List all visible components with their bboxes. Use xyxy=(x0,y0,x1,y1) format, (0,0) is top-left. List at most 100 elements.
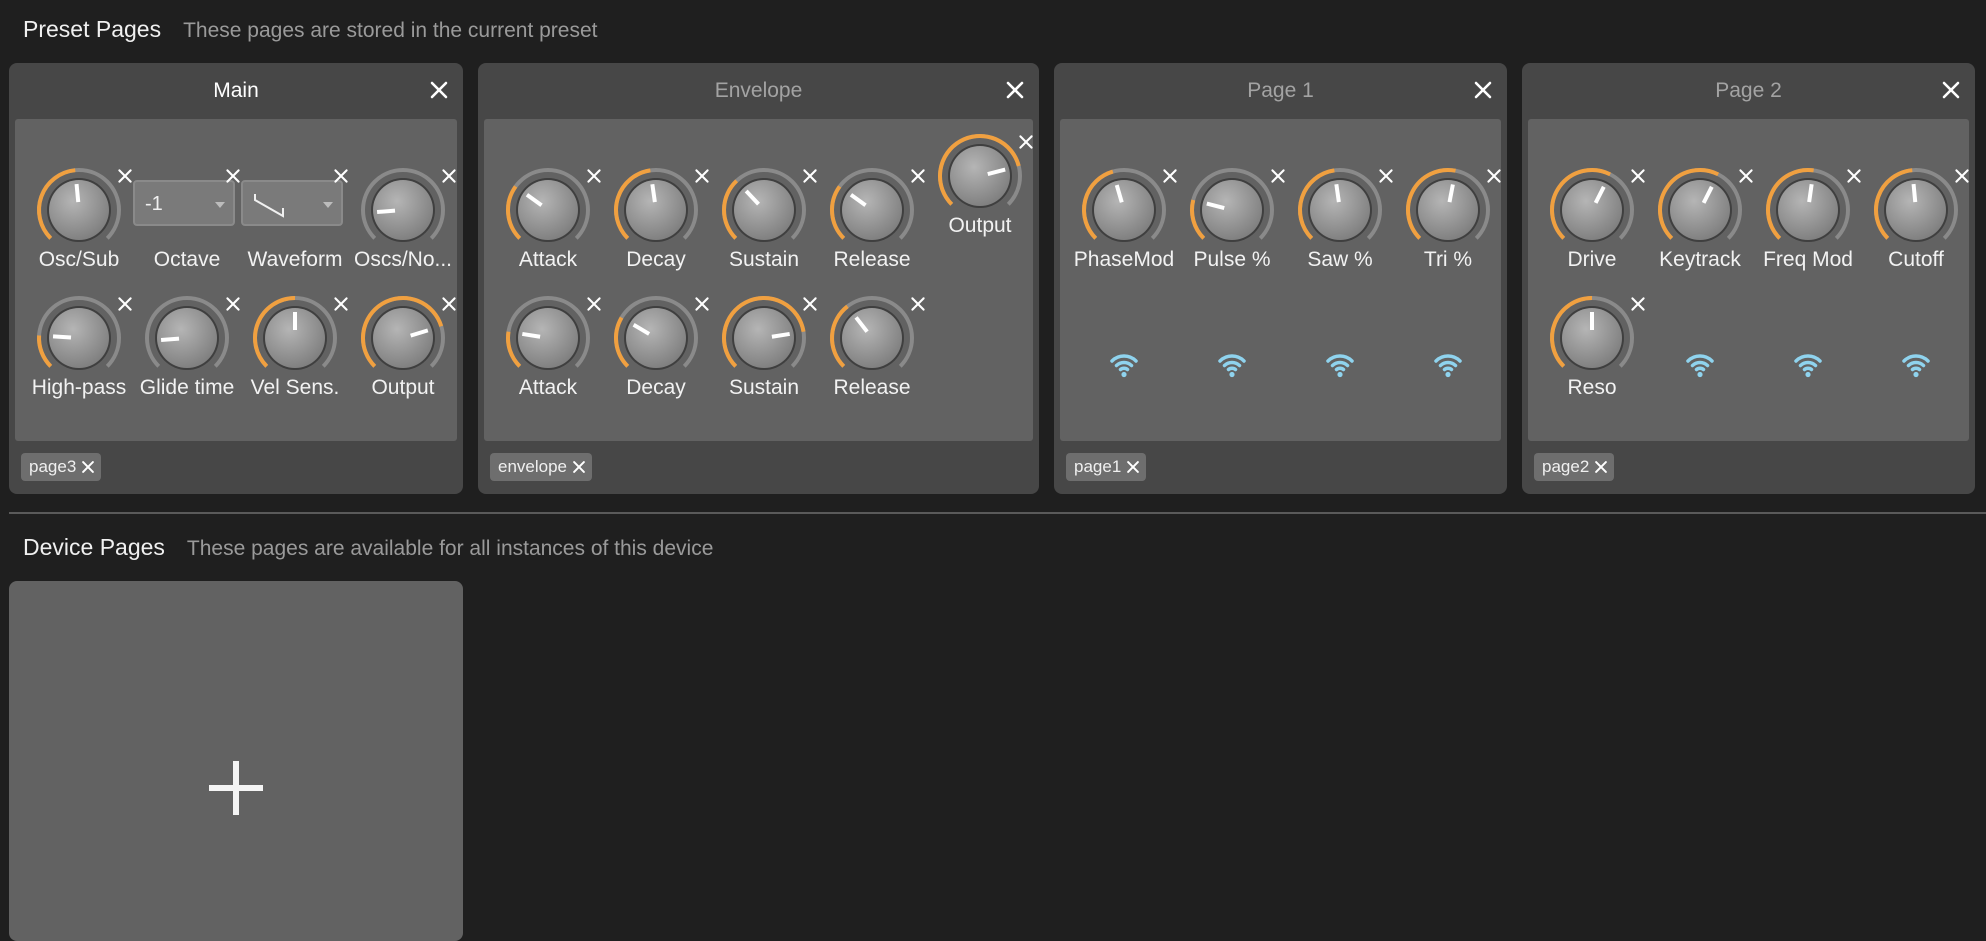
knob[interactable] xyxy=(359,294,447,382)
remove-parameter-button[interactable] xyxy=(1270,168,1286,184)
remove-parameter-button[interactable] xyxy=(1954,168,1970,184)
knob[interactable] xyxy=(1404,166,1492,254)
parameter-slot-tri[interactable]: Tri % xyxy=(1394,166,1502,286)
remove-parameter-button[interactable] xyxy=(802,168,818,184)
empty-slot[interactable] xyxy=(1754,294,1862,414)
parameter-slot-output[interactable]: Output xyxy=(926,132,1034,252)
remove-parameter-button[interactable] xyxy=(1486,168,1502,184)
empty-slot[interactable] xyxy=(1178,294,1286,414)
remove-parameter-button[interactable] xyxy=(333,296,349,312)
close-page-button[interactable] xyxy=(1005,80,1025,100)
page-tag[interactable]: page2 xyxy=(1534,453,1615,481)
remove-parameter-button[interactable] xyxy=(910,168,926,184)
parameter-slot-decay[interactable]: Decay xyxy=(602,166,710,286)
remove-parameter-button[interactable] xyxy=(586,168,602,184)
parameter-slot-keytrack[interactable]: Keytrack xyxy=(1646,166,1754,286)
parameter-slot-vel-sens[interactable]: Vel Sens. xyxy=(241,294,349,414)
remove-parameter-button[interactable] xyxy=(441,296,457,312)
close-page-button[interactable] xyxy=(1473,80,1493,100)
empty-slot[interactable] xyxy=(1646,294,1754,414)
signal-icon[interactable] xyxy=(1685,352,1715,378)
add-device-page-button[interactable] xyxy=(9,581,463,941)
parameter-slot-sustain[interactable]: Sustain xyxy=(710,166,818,286)
knob[interactable] xyxy=(936,132,1024,220)
knob[interactable] xyxy=(720,294,808,382)
parameter-slot-waveform[interactable]: Waveform xyxy=(241,166,349,286)
knob[interactable] xyxy=(35,166,123,254)
knob[interactable] xyxy=(35,294,123,382)
remove-parameter-button[interactable] xyxy=(1630,296,1646,312)
knob[interactable] xyxy=(143,294,231,382)
remove-parameter-button[interactable] xyxy=(1162,168,1178,184)
knob[interactable] xyxy=(1872,166,1960,254)
parameter-slot-oscs-no[interactable]: Oscs/No... xyxy=(349,166,457,286)
parameter-slot-attack[interactable]: Attack xyxy=(494,166,602,286)
remove-parameter-button[interactable] xyxy=(441,168,457,184)
page-card-main[interactable]: Main Osc/Sub -1 Octave Waveform Oscs/No... Hig… xyxy=(9,63,463,494)
empty-slot[interactable] xyxy=(1286,294,1394,414)
knob[interactable] xyxy=(504,166,592,254)
parameter-slot-attack[interactable]: Attack xyxy=(494,294,602,414)
parameter-slot-high-pass[interactable]: High-pass xyxy=(25,294,133,414)
remove-parameter-button[interactable] xyxy=(694,168,710,184)
signal-icon[interactable] xyxy=(1433,352,1463,378)
knob[interactable] xyxy=(1080,166,1168,254)
remove-parameter-button[interactable] xyxy=(225,296,241,312)
octave-dropdown[interactable]: -1 xyxy=(133,180,235,226)
parameter-slot-freq-mod[interactable]: Freq Mod xyxy=(1754,166,1862,286)
page-tag[interactable]: envelope xyxy=(490,453,593,481)
remove-parameter-button[interactable] xyxy=(1630,168,1646,184)
knob[interactable] xyxy=(359,166,447,254)
parameter-slot-output[interactable]: Output xyxy=(349,294,457,414)
knob[interactable] xyxy=(612,294,700,382)
remove-parameter-button[interactable] xyxy=(802,296,818,312)
knob[interactable] xyxy=(720,166,808,254)
parameter-slot-glide-time[interactable]: Glide time xyxy=(133,294,241,414)
close-page-button[interactable] xyxy=(1941,80,1961,100)
knob[interactable] xyxy=(828,294,916,382)
empty-slot[interactable] xyxy=(1394,294,1502,414)
signal-icon[interactable] xyxy=(1793,352,1823,378)
knob[interactable] xyxy=(1188,166,1276,254)
empty-slot[interactable] xyxy=(1070,294,1178,414)
page-card-page-2[interactable]: Page 2 Drive Keytrack Freq Mod Cutoff Reso pag… xyxy=(1522,63,1975,494)
parameter-slot-reso[interactable]: Reso xyxy=(1538,294,1646,414)
parameter-slot-drive[interactable]: Drive xyxy=(1538,166,1646,286)
parameter-slot-osc-sub[interactable]: Osc/Sub xyxy=(25,166,133,286)
parameter-slot-octave[interactable]: -1 Octave xyxy=(133,166,241,286)
parameter-slot-release[interactable]: Release xyxy=(818,166,926,286)
parameter-slot-cutoff[interactable]: Cutoff xyxy=(1862,166,1970,286)
knob[interactable] xyxy=(504,294,592,382)
signal-icon[interactable] xyxy=(1325,352,1355,378)
knob[interactable] xyxy=(1656,166,1744,254)
parameter-slot-release[interactable]: Release xyxy=(818,294,926,414)
remove-parameter-button[interactable] xyxy=(586,296,602,312)
knob[interactable] xyxy=(612,166,700,254)
knob[interactable] xyxy=(1296,166,1384,254)
signal-icon[interactable] xyxy=(1109,352,1139,378)
page-card-page-1[interactable]: Page 1 PhaseMod Pulse % Saw % Tri % page1 xyxy=(1054,63,1507,494)
knob[interactable] xyxy=(1548,294,1636,382)
remove-parameter-button[interactable] xyxy=(694,296,710,312)
remove-parameter-button[interactable] xyxy=(333,168,349,184)
waveform-dropdown[interactable] xyxy=(241,180,343,226)
signal-icon[interactable] xyxy=(1217,352,1247,378)
page-tag[interactable]: page3 xyxy=(21,453,102,481)
page-tag[interactable]: page1 xyxy=(1066,453,1147,481)
parameter-slot-saw[interactable]: Saw % xyxy=(1286,166,1394,286)
empty-slot[interactable] xyxy=(1862,294,1970,414)
parameter-slot-sustain[interactable]: Sustain xyxy=(710,294,818,414)
remove-parameter-button[interactable] xyxy=(1018,134,1034,150)
knob[interactable] xyxy=(828,166,916,254)
remove-parameter-button[interactable] xyxy=(117,296,133,312)
parameter-slot-decay[interactable]: Decay xyxy=(602,294,710,414)
remove-parameter-button[interactable] xyxy=(1738,168,1754,184)
signal-icon[interactable] xyxy=(1901,352,1931,378)
knob[interactable] xyxy=(1764,166,1852,254)
remove-parameter-button[interactable] xyxy=(910,296,926,312)
knob[interactable] xyxy=(1548,166,1636,254)
knob[interactable] xyxy=(251,294,339,382)
page-card-envelope[interactable]: Envelope Attack Decay Sustain Release Output A… xyxy=(478,63,1039,494)
parameter-slot-phasemod[interactable]: PhaseMod xyxy=(1070,166,1178,286)
remove-parameter-button[interactable] xyxy=(225,168,241,184)
